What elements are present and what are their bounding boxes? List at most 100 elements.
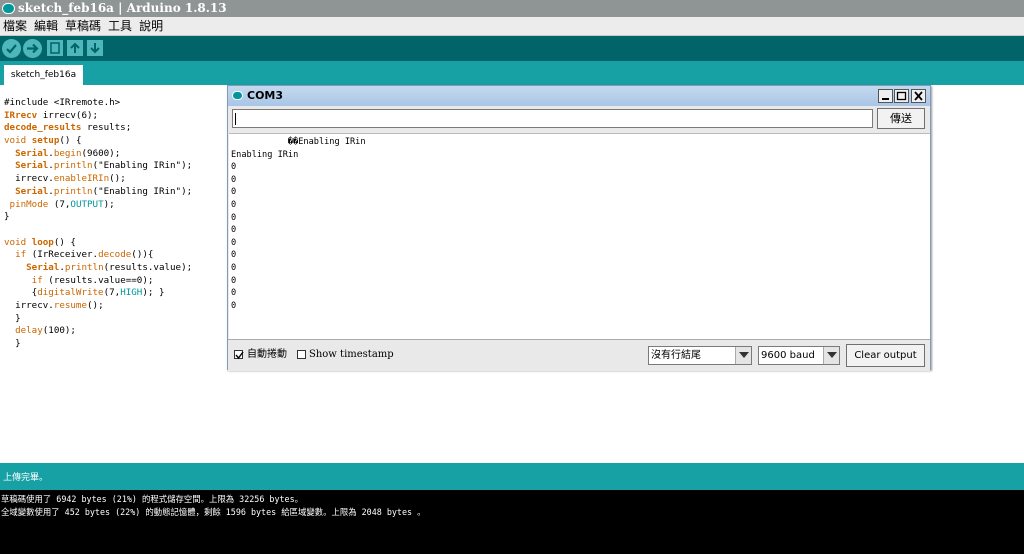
- code-line: irrecv.enableIRIn();: [4, 173, 192, 186]
- code-token: (7,: [48, 198, 71, 210]
- code-line: #include <IRremote.h>: [4, 97, 192, 110]
- maximize-button[interactable]: [894, 89, 909, 103]
- code-token: IRrecv: [4, 109, 38, 121]
- menu-edit[interactable]: 編輯: [31, 17, 62, 35]
- menu-file[interactable]: 檔案: [0, 17, 31, 35]
- code-line: if (results.value==0);: [4, 275, 192, 288]
- tab-sketch[interactable]: sketch_feb16a: [4, 65, 83, 85]
- code-token: (7,: [103, 287, 121, 299]
- code-line: }: [4, 313, 192, 326]
- code-line: Serial.begin(9600);: [4, 148, 192, 161]
- arduino-logo-icon: [2, 3, 15, 14]
- code-token: Serial: [15, 147, 49, 159]
- tab-strip: sketch_feb16a: [0, 61, 1024, 85]
- serial-output-line: 0: [231, 288, 237, 299]
- upload-button[interactable]: [23, 39, 42, 58]
- send-button[interactable]: 傳送: [877, 108, 925, 129]
- line-ending-select[interactable]: 沒有行結尾: [648, 346, 752, 365]
- code-line: decode_results results;: [4, 122, 192, 135]
- code-line: pinMode (7,OUTPUT);: [4, 199, 192, 212]
- code-token: }: [4, 211, 10, 223]
- close-button[interactable]: [911, 89, 926, 103]
- code-token: if: [31, 274, 43, 286]
- arrow-up-icon: [70, 42, 80, 53]
- code-token: (100);: [42, 325, 76, 337]
- serial-output-line: 0: [231, 262, 237, 273]
- baud-rate-select[interactable]: 9600 baud: [758, 346, 840, 365]
- code-token: void: [4, 236, 27, 248]
- timestamp-checkbox[interactable]: [297, 350, 306, 359]
- code-token: delay: [15, 325, 43, 337]
- code-token: setup: [31, 135, 60, 147]
- code-line: irrecv.resume();: [4, 300, 192, 313]
- clear-output-button[interactable]: Clear output: [846, 344, 925, 367]
- code-line: Serial.println(results.value);: [4, 262, 192, 275]
- code-token: enableIRIn: [53, 173, 110, 185]
- dropdown-button[interactable]: [735, 347, 751, 364]
- menu-help[interactable]: 說明: [136, 17, 167, 35]
- serial-output[interactable]: ��Enabling IRin Enabling IRin 0 0 0 0 0 0 0 0 0 0 0 0: [229, 133, 930, 339]
- send-input[interactable]: [232, 109, 873, 128]
- code-token: HIGH: [120, 287, 143, 299]
- serial-output-line: 0: [231, 237, 237, 248]
- serial-output-line: 0: [231, 212, 237, 223]
- save-button[interactable]: [87, 40, 103, 56]
- code-token: () {: [53, 236, 76, 248]
- code-token: (9600);: [81, 147, 121, 159]
- code-token: ("Enabling IRin");: [92, 160, 193, 172]
- code-token: Serial: [26, 261, 60, 273]
- menu-tools[interactable]: 工具: [105, 17, 136, 35]
- new-button[interactable]: [47, 40, 63, 56]
- code-token: pinMode: [9, 198, 49, 210]
- new-file-icon: [50, 42, 60, 54]
- text-caret: [235, 113, 236, 125]
- minimize-button[interactable]: [878, 89, 893, 103]
- serial-monitor-title: COM3: [247, 89, 284, 102]
- autoscroll-checkbox[interactable]: [234, 350, 244, 360]
- code-token: println: [53, 160, 93, 172]
- verify-button[interactable]: [2, 39, 21, 58]
- code-token: println: [64, 261, 104, 273]
- serial-output-line: Enabling IRin: [231, 149, 299, 160]
- code-token: ();: [87, 300, 104, 311]
- code-token: Serial: [15, 160, 49, 172]
- code-token: if: [15, 249, 27, 261]
- code-token: begin: [53, 147, 82, 159]
- code-line: void setup() {: [4, 135, 192, 148]
- serial-output-line: ��Enabling IRin: [231, 137, 366, 147]
- code-token: loop: [31, 236, 54, 248]
- serial-output-line: 0: [231, 250, 237, 261]
- code-line: Serial.println("Enabling IRin");: [4, 160, 192, 173]
- menu-bar: 檔案 編輯 草稿碼 工具 說明: [0, 17, 1024, 36]
- line-ending-value: 沒有行結尾: [651, 350, 701, 361]
- code-text[interactable]: #include <IRremote.h> IRrecv irrecv(6); de…: [4, 97, 192, 351]
- code-line: IRrecv irrecv(6);: [4, 110, 192, 123]
- open-button[interactable]: [67, 40, 83, 56]
- code-token: irrecv.: [4, 173, 54, 185]
- code-token: () {: [59, 135, 82, 147]
- serial-output-line: 0: [231, 199, 237, 210]
- code-token: {: [4, 287, 38, 299]
- serial-output-line: 0: [231, 225, 237, 236]
- checkmark-icon: [235, 351, 244, 360]
- code-token: }: [4, 338, 21, 350]
- serial-output-line: 0: [231, 162, 237, 173]
- code-token: (results.value);: [103, 261, 193, 273]
- code-token: irrecv.: [4, 300, 54, 311]
- code-token: println: [53, 185, 93, 197]
- code-token: digitalWrite: [37, 287, 104, 299]
- code-line: delay(100);: [4, 325, 192, 338]
- code-token: void: [4, 135, 27, 147]
- code-token: ()){: [131, 249, 154, 261]
- code-token: }: [4, 312, 21, 324]
- menu-sketch[interactable]: 草稿碼: [62, 17, 105, 35]
- arduino-logo-icon: [232, 91, 243, 100]
- serial-output-line: 0: [231, 275, 237, 286]
- dropdown-button[interactable]: [823, 347, 839, 364]
- compiler-console[interactable]: 草稿碼使用了 6942 bytes (21%) 的程式儲存空間。上限為 3225…: [0, 490, 1024, 554]
- serial-output-line: 0: [231, 174, 237, 185]
- arrow-right-icon: [27, 43, 39, 54]
